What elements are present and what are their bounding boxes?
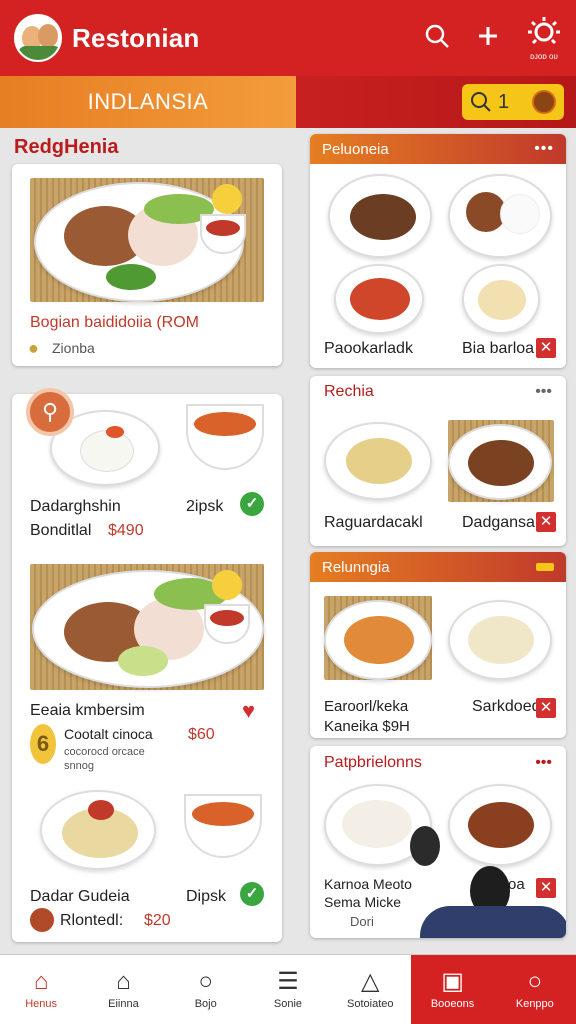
badge-icon: 6 [30, 724, 56, 764]
close-icon[interactable]: ✕ [536, 698, 556, 718]
apple-icon: ○ [198, 967, 213, 995]
dish-sub1: Cootalt cinoca [64, 726, 153, 742]
nav-item-home[interactable]: ⌂ Henus [0, 955, 82, 1024]
card-right-label: Sarkdoed [472, 698, 541, 715]
check-icon[interactable]: ✓ [240, 882, 264, 906]
card-title: Rechia [324, 383, 374, 400]
combo-item1-line1: Dadarghshin [30, 498, 121, 515]
noodle-plate-image [40, 790, 156, 870]
search-icon [471, 92, 491, 112]
card-title: Peluoneia [322, 140, 389, 158]
home-icon: ⌂ [33, 967, 49, 995]
card-title: Relunngia [322, 558, 390, 576]
more-icon[interactable]: ••• [535, 754, 552, 772]
user-avatar[interactable] [532, 90, 556, 114]
person-figure [410, 826, 440, 866]
nuts-icon: ● [28, 338, 39, 358]
store-icon: ⌂ [116, 967, 131, 995]
bell-icon: △ [361, 967, 380, 995]
dish-image [462, 264, 540, 334]
circle-icon: ○ [527, 967, 543, 995]
sun-settings-icon[interactable]: ᴅᴊᴏᴅ ᴏᴜ [526, 16, 562, 61]
food-icon [30, 908, 54, 932]
dish-image [328, 174, 432, 258]
card-left-sub: Sema Micke [324, 894, 402, 910]
card-title: Patpbrielonns [324, 754, 422, 771]
menu-list-card: Dadarghshin Bonditlal $490 2ipsk ✓ Eeaia… [12, 394, 282, 942]
check-icon[interactable]: ✓ [240, 492, 264, 516]
combo-item2: 2ipsk [186, 498, 224, 515]
banner-title: INDLANSIA [0, 76, 296, 128]
more-icon[interactable]: ••• [535, 383, 552, 401]
dish-image [334, 264, 424, 334]
category-card[interactable]: Relunngia Earoorl/keka Kaneika $9H Sarkd… [310, 552, 566, 738]
card-left-label: Karnoa Meoto [324, 876, 412, 892]
category-card[interactable]: Patpbrielonns ••• Karnoa Meoto Sema Micke… [310, 746, 566, 938]
combo2-item2: Dipsk [186, 888, 227, 905]
category-card[interactable]: Rechia ••• Raguardacakl Dadgansa ✕ [310, 376, 566, 546]
bottom-navigation: ⌂ Henus ⌂ Eiinna ○ Bojo ☰ Sonie △ Sotoia… [0, 954, 576, 1024]
dish-name: Eeaia kmbersim [30, 702, 145, 719]
dish-image [448, 174, 552, 258]
dish-image [448, 424, 552, 500]
card-left-sub: Kaneika $9H [324, 718, 410, 735]
list-icon: ☰ [277, 967, 299, 995]
nav-item-list[interactable]: ☰ Sonie [247, 955, 329, 1024]
dish-image [324, 422, 432, 500]
soup-bowl-image [184, 794, 262, 858]
region-banner: INDLANSIA 1 [0, 76, 576, 128]
card-right-label: Dadgansa [462, 514, 535, 531]
search-icon[interactable] [424, 23, 450, 53]
close-icon[interactable]: ✕ [536, 512, 556, 532]
card-right-label: Bia barloa [462, 340, 535, 357]
dish-sub: Zionba [52, 340, 95, 356]
close-icon[interactable]: ✕ [536, 338, 556, 358]
card-right-label: oa [508, 876, 525, 893]
banner-search[interactable]: 1 [462, 84, 564, 120]
plus-icon[interactable] [476, 24, 500, 52]
card-left-label: Paookarladk [324, 340, 413, 357]
nav-item-notifications[interactable]: △ Sotoiateo [329, 955, 411, 1024]
nav-item-store[interactable]: ⌂ Eiinna [82, 955, 164, 1024]
section-title: RedgHenia [14, 136, 119, 158]
dish-image [448, 600, 552, 680]
more-icon[interactable]: ••• [534, 140, 554, 158]
sun-label: ᴅᴊᴏᴅ ᴏᴜ [530, 51, 558, 61]
nav-item-bojo[interactable]: ○ Bojo [165, 955, 247, 1024]
combo2-item1: Dadar Gudeia [30, 888, 130, 905]
dish-name: Bogian baididoiia (ROM [30, 314, 199, 331]
app-header: Restonian ᴅᴊᴏᴅ ᴏᴜ [0, 0, 576, 76]
category-card[interactable]: Peluoneia ••• Paookarladk Bia barloa ✕ [310, 134, 566, 368]
card-left-label: Raguardacakl [324, 514, 423, 531]
nav-item-profile[interactable]: ○ Kenppo [493, 955, 576, 1024]
feature-card[interactable]: Bogian baididoiia (ROM ● Zionba [12, 164, 282, 366]
search-value: 1 [498, 90, 510, 113]
dish-image [448, 784, 552, 866]
app-logo[interactable] [14, 14, 62, 62]
soup-bowl-image [186, 404, 264, 470]
combo2-sub: Rlontedl: [60, 912, 124, 929]
dish-image [324, 600, 432, 680]
card-left-sub2: Dori [350, 914, 374, 929]
app-title: Restonian [72, 22, 200, 53]
card-left-label: Earoorl/keka [324, 698, 409, 715]
combo-item1-price: $490 [108, 522, 144, 539]
dish-sub3: snnog [64, 760, 94, 772]
nav-item-bookmarks[interactable]: ▣ Booeons [411, 955, 494, 1024]
grid-icon: ▣ [441, 967, 464, 995]
close-icon[interactable]: ✕ [536, 878, 556, 898]
dish-price: $60 [188, 726, 215, 743]
spoon-icon[interactable]: ⚲ [26, 388, 74, 436]
combo-item1-line2: Bonditlal [30, 522, 92, 539]
heart-icon[interactable]: ♥ [242, 698, 255, 724]
combo2-price: $20 [144, 912, 171, 929]
flag-icon [536, 563, 554, 571]
dish-sub2: cocorocd orcace [64, 746, 145, 758]
